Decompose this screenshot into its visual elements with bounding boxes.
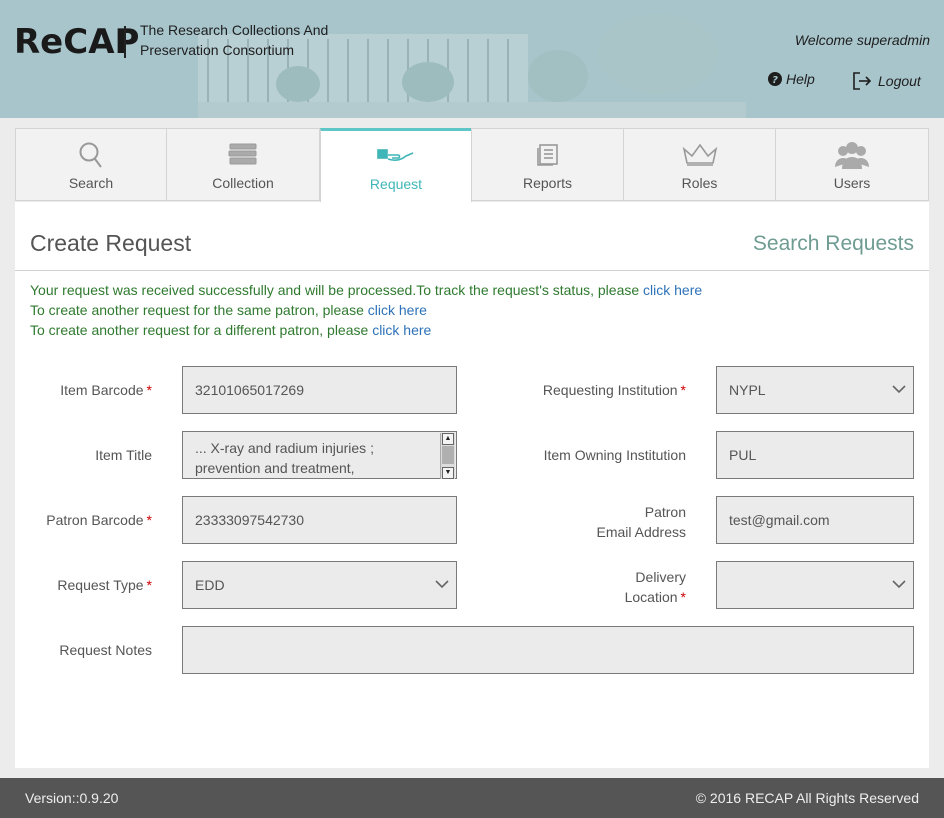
search-icon <box>79 142 102 168</box>
item-barcode-field[interactable]: 32101065017269 <box>182 366 457 414</box>
help-label: Help <box>786 71 815 87</box>
scrollbar[interactable]: ▲ ▼ <box>440 433 455 479</box>
logo-divider <box>124 26 126 58</box>
title-divider <box>15 270 929 271</box>
tab-users[interactable]: Users <box>775 128 929 201</box>
select-value: NYPL <box>729 382 766 398</box>
message-text: To create another request for a differen… <box>30 322 373 338</box>
item-owning-institution-field[interactable]: PUL <box>716 431 914 479</box>
item-owning-institution-label: Item Owning Institution <box>543 447 686 463</box>
different-patron-link[interactable]: click here <box>372 322 431 338</box>
tab-label: Users <box>833 175 871 191</box>
same-patron-message: To create another request for the same p… <box>30 302 427 318</box>
tab-roles[interactable]: Roles <box>623 128 776 201</box>
logout-icon <box>853 72 872 90</box>
request-notes-field[interactable] <box>182 626 914 674</box>
header: ReCAP The Research Collections And Prese… <box>0 0 944 118</box>
success-message: Your request was received successfully a… <box>30 282 702 298</box>
select-value: EDD <box>195 577 225 593</box>
question-circle-icon: ? <box>768 72 782 86</box>
patron-email-field[interactable]: test@gmail.com <box>716 496 914 544</box>
books-icon <box>228 143 257 165</box>
scroll-down-arrow-icon[interactable]: ▼ <box>442 467 454 479</box>
request-type-select[interactable]: EDD <box>182 561 457 609</box>
scroll-up-arrow-icon[interactable]: ▲ <box>442 433 454 445</box>
tab-label: Collection <box>212 175 274 191</box>
delivery-location-label: Delivery Location * <box>624 569 686 605</box>
svg-text:?: ? <box>772 75 778 86</box>
request-notes-label: Request Notes <box>59 642 152 658</box>
search-requests-link[interactable]: Search Requests <box>753 232 914 256</box>
chevron-down-icon <box>892 580 906 589</box>
help-link[interactable]: ? Help <box>768 71 815 87</box>
hand-book-icon <box>377 149 414 162</box>
chevron-down-icon <box>892 385 906 394</box>
patron-email-label: Patron Email Address <box>596 504 686 540</box>
version-text: Version::0.9.20 <box>25 790 119 806</box>
create-request-panel: Create Request Search Requests Your requ… <box>15 202 929 768</box>
same-patron-link[interactable]: click here <box>368 302 427 318</box>
request-type-label: Request Type * <box>57 577 152 593</box>
tab-collection[interactable]: Collection <box>166 128 320 201</box>
requesting-institution-label: Requesting Institution * <box>542 382 686 398</box>
requesting-institution-select[interactable]: NYPL <box>716 366 914 414</box>
logout-link[interactable]: Logout <box>852 71 921 91</box>
message-text: To create another request for the same p… <box>30 302 368 318</box>
main-nav-tabs: Search Collection Request Reports Roles … <box>15 128 929 203</box>
tab-label: Reports <box>522 175 573 191</box>
patron-barcode-field[interactable]: 23333097542730 <box>182 496 457 544</box>
delivery-location-select[interactable] <box>716 561 914 609</box>
scroll-thumb[interactable] <box>442 446 454 464</box>
different-patron-message: To create another request for a differen… <box>30 322 431 338</box>
item-title-textarea[interactable]: ... X-ray and radium injuries ; preventi… <box>182 431 457 479</box>
users-icon <box>835 142 869 169</box>
patron-barcode-label: Patron Barcode * <box>46 512 152 528</box>
tab-label: Roles <box>681 175 718 191</box>
document-icon <box>536 144 558 166</box>
copyright-text: © 2016 RECAP All Rights Reserved <box>695 790 919 806</box>
footer: Version::0.9.20 © 2016 RECAP All Rights … <box>0 778 944 818</box>
tab-label: Request <box>369 176 423 192</box>
welcome-text: Welcome superadmin <box>794 32 930 48</box>
tab-label: Search <box>68 175 114 191</box>
tab-request[interactable]: Request <box>320 128 472 203</box>
tab-reports[interactable]: Reports <box>471 128 624 201</box>
track-status-link[interactable]: click here <box>643 282 702 298</box>
tab-search[interactable]: Search <box>15 128 167 201</box>
message-text: Your request was received successfully a… <box>30 282 644 298</box>
page-title: Create Request <box>30 230 192 256</box>
item-title-label: Item Title <box>95 447 152 463</box>
recap-logo: ReCAP <box>14 22 140 62</box>
crown-icon <box>682 143 717 166</box>
textarea-value: ... X-ray and radium injuries ; preventi… <box>195 440 374 476</box>
chevron-down-icon <box>435 580 449 589</box>
tagline: The Research Collections And Preservatio… <box>140 22 329 58</box>
item-barcode-label: Item Barcode * <box>60 382 152 398</box>
logout-label: Logout <box>878 73 921 89</box>
